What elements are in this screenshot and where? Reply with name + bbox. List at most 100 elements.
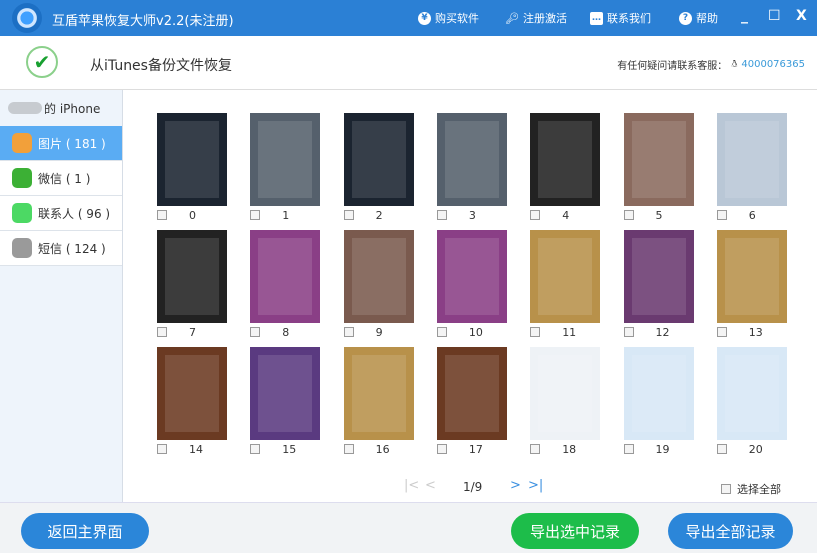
photo-checkbox[interactable] (343, 210, 354, 220)
sidebar-item-label: 图片 ( 181 ) (38, 136, 106, 151)
sidebar-item-1[interactable]: 微信 ( 1 ) (0, 161, 122, 196)
photo-item[interactable]: 13 (716, 230, 797, 347)
select-all-checkbox[interactable] (721, 484, 731, 494)
photo-checkbox[interactable] (436, 327, 447, 337)
photo-item[interactable]: 19 (623, 347, 704, 464)
last-page-button[interactable]: >| (528, 478, 543, 493)
photo-thumbnail[interactable] (716, 113, 787, 206)
photo-checkbox[interactable] (716, 444, 727, 454)
photo-label: 15 (282, 443, 297, 456)
photo-thumbnail[interactable] (530, 113, 601, 206)
photo-checkbox[interactable] (250, 327, 261, 337)
photo-label: 3 (468, 209, 476, 222)
photo-thumbnail[interactable] (157, 347, 227, 440)
check-icon: ✔ (26, 46, 58, 78)
photo-thumbnail[interactable] (436, 230, 507, 323)
device-label: 的 iPhone (44, 101, 101, 116)
maximize-button[interactable]: ☐ (768, 8, 781, 24)
redacted-name (8, 102, 42, 114)
help-button[interactable]: ? 帮助 (679, 10, 718, 26)
photo-thumbnail[interactable] (530, 347, 601, 440)
photo-item[interactable]: 4 (530, 113, 610, 230)
close-button[interactable]: X (796, 8, 807, 24)
photo-item[interactable]: 2 (343, 113, 424, 230)
photo-checkbox[interactable] (623, 327, 634, 337)
photo-checkbox[interactable] (716, 210, 727, 220)
photo-thumbnail[interactable] (250, 347, 321, 440)
sidebar-item-3[interactable]: 短信 ( 124 ) (0, 231, 122, 266)
title-bar: 互盾苹果恢复大师v2.2(未注册) ¥ 购买软件 🔑︎ 注册激活 … 联系我们 ? 帮助… (0, 0, 817, 36)
photo-item[interactable]: 17 (436, 347, 517, 464)
photo-checkbox[interactable] (623, 444, 634, 454)
export-selected-button[interactable]: 导出选中记录 (511, 513, 639, 549)
export-all-button[interactable]: 导出全部记录 (668, 513, 793, 549)
photo-checkbox[interactable] (436, 210, 447, 220)
photo-label: 8 (282, 326, 290, 339)
photo-item[interactable]: 12 (623, 230, 704, 347)
buy-button[interactable]: ¥ 购买软件 (418, 10, 479, 26)
photo-thumbnail[interactable] (623, 113, 694, 206)
photo-thumbnail[interactable] (250, 113, 321, 206)
photo-thumbnail[interactable] (343, 347, 414, 440)
sidebar-item-2[interactable]: 联系人 ( 96 ) (0, 196, 122, 231)
photo-checkbox[interactable] (343, 327, 354, 337)
photo-checkbox[interactable] (530, 210, 541, 220)
select-all[interactable]: 选择全部 (721, 481, 781, 497)
register-label: 注册激活 (522, 12, 567, 25)
photo-checkbox[interactable] (343, 444, 354, 454)
photo-thumbnail[interactable] (436, 113, 507, 206)
back-button[interactable]: 返回主界面 (21, 513, 149, 549)
photo-item[interactable]: 0 (157, 113, 237, 230)
prev-page-button[interactable]: < (425, 478, 436, 493)
photos-icon (12, 133, 32, 153)
photo-thumbnail[interactable] (530, 230, 601, 323)
photo-item[interactable]: 11 (530, 230, 610, 347)
support-phone[interactable]: 4000076365 (741, 59, 805, 70)
photo-item[interactable]: 1 (250, 113, 330, 230)
photo-item[interactable]: 8 (250, 230, 330, 347)
photo-label: 5 (655, 209, 663, 222)
photo-item[interactable]: 3 (436, 113, 517, 230)
photo-item[interactable]: 14 (157, 347, 237, 464)
next-page-button[interactable]: > (510, 478, 521, 493)
photo-checkbox[interactable] (436, 444, 447, 454)
photo-item[interactable]: 6 (716, 113, 797, 230)
photo-thumbnail[interactable] (250, 230, 321, 323)
messages-icon (12, 203, 32, 223)
page-indicator: 1/9 (463, 480, 483, 494)
photo-thumbnail[interactable] (623, 347, 694, 440)
photo-checkbox[interactable] (157, 444, 167, 454)
photo-thumbnail[interactable] (623, 230, 694, 323)
photo-checkbox[interactable] (157, 327, 167, 337)
photo-thumbnail[interactable] (716, 347, 787, 440)
support-info: 有任何疑问请联系客服： 🐧︎ 4000076365 (617, 57, 805, 72)
photo-checkbox[interactable] (530, 327, 541, 337)
photo-item[interactable]: 20 (716, 347, 797, 464)
photo-item[interactable]: 5 (623, 113, 704, 230)
photo-item[interactable]: 9 (343, 230, 424, 347)
photo-thumbnail[interactable] (343, 113, 414, 206)
photo-checkbox[interactable] (250, 444, 261, 454)
photo-checkbox[interactable] (250, 210, 261, 220)
sidebar-item-0[interactable]: 图片 ( 181 ) (0, 126, 122, 161)
photo-item[interactable]: 15 (250, 347, 330, 464)
photo-thumbnail[interactable] (343, 230, 414, 323)
photo-thumbnail[interactable] (436, 347, 507, 440)
photo-item[interactable]: 7 (157, 230, 237, 347)
sidebar: 的 iPhone 图片 ( 181 ) 微信 ( 1 ) 联系人 ( 96 ) 短信 … (0, 90, 123, 502)
first-page-button[interactable]: |< (404, 478, 419, 493)
photo-checkbox[interactable] (157, 210, 167, 220)
photo-checkbox[interactable] (530, 444, 541, 454)
photo-checkbox[interactable] (716, 327, 727, 337)
photo-checkbox[interactable] (623, 210, 634, 220)
photo-item[interactable]: 10 (436, 230, 517, 347)
contact-button[interactable]: … 联系我们 (590, 10, 651, 26)
photo-label: 4 (562, 209, 570, 222)
photo-thumbnail[interactable] (157, 113, 227, 206)
photo-item[interactable]: 16 (343, 347, 424, 464)
photo-item[interactable]: 18 (530, 347, 610, 464)
photo-thumbnail[interactable] (157, 230, 227, 323)
minimize-button[interactable]: _ (741, 8, 748, 24)
photo-thumbnail[interactable] (716, 230, 787, 323)
register-button[interactable]: 🔑︎ 注册激活 (505, 10, 567, 26)
